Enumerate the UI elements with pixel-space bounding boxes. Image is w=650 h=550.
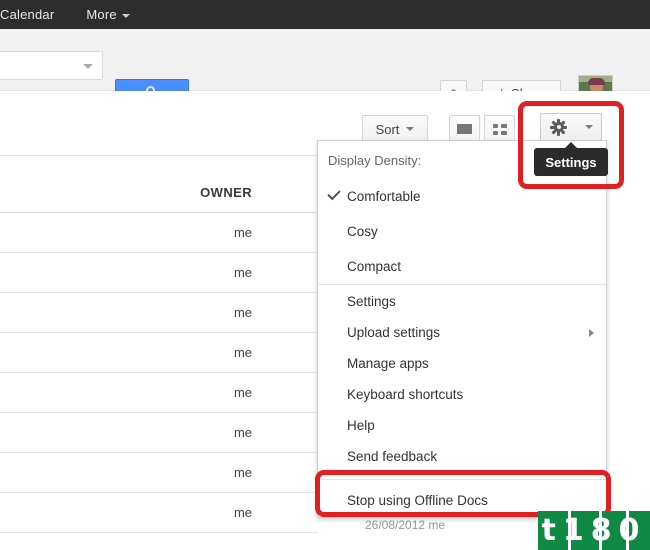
list-view-icon bbox=[457, 123, 472, 135]
menu-item-label: Stop using Offline Docs bbox=[347, 493, 488, 508]
menu-item-help[interactable]: Help bbox=[318, 410, 606, 441]
menu-item-settings[interactable]: Settings bbox=[318, 286, 606, 317]
menu-item-comfortable[interactable]: Comfortable bbox=[318, 181, 606, 212]
table-row[interactable]: me bbox=[0, 293, 318, 333]
nav-link-more[interactable]: More bbox=[82, 7, 133, 22]
table-row[interactable]: me bbox=[0, 333, 318, 373]
table-row-partial-date: 26/08/2012 me bbox=[365, 518, 446, 532]
cell-owner: me bbox=[233, 425, 252, 440]
cell-owner: me bbox=[233, 505, 252, 520]
menu-item-upload-settings[interactable]: Upload settings bbox=[318, 317, 606, 348]
app-window: Calendar More 0 + Share Sort bbox=[0, 0, 650, 550]
table-row[interactable]: me bbox=[0, 373, 318, 413]
settings-tooltip: Settings bbox=[534, 142, 608, 176]
cell-owner: me bbox=[233, 265, 252, 280]
list-view-toggle[interactable] bbox=[449, 115, 480, 143]
table-row[interactable]: me bbox=[0, 253, 318, 293]
menu-divider bbox=[318, 479, 606, 480]
table-row[interactable]: me bbox=[0, 453, 318, 493]
menu-item-label: Keyboard shortcuts bbox=[347, 387, 464, 402]
table-row[interactable]: me bbox=[0, 213, 318, 253]
menu-item-compact[interactable]: Compact bbox=[318, 251, 606, 282]
menu-item-label: Upload settings bbox=[347, 325, 441, 340]
chevron-down-icon bbox=[83, 64, 93, 69]
sort-button[interactable]: Sort bbox=[362, 115, 428, 143]
gear-icon bbox=[550, 118, 567, 136]
watermark-logo: t180 bbox=[538, 511, 650, 550]
nav-link-calendar[interactable]: Calendar bbox=[0, 7, 58, 22]
menu-item-label: Manage apps bbox=[347, 356, 429, 371]
grid-view-toggle[interactable] bbox=[484, 115, 515, 143]
display-density-label: Display Density: bbox=[328, 153, 422, 168]
settings-gear-button[interactable] bbox=[540, 113, 602, 141]
menu-item-label: Cosy bbox=[347, 224, 378, 239]
chevron-down-icon bbox=[121, 13, 130, 18]
menu-item-label: Comfortable bbox=[347, 189, 421, 204]
search-bar-row: 0 + Share bbox=[0, 29, 650, 110]
column-header-owner: OWNER bbox=[200, 185, 252, 200]
chevron-right-icon bbox=[589, 329, 594, 337]
menu-item-keyboard-shortcuts[interactable]: Keyboard shortcuts bbox=[318, 379, 606, 410]
grid-view-icon bbox=[492, 123, 507, 135]
nav-link-more-label: More bbox=[86, 7, 117, 22]
menu-item-manage-apps[interactable]: Manage apps bbox=[318, 348, 606, 379]
menu-divider bbox=[318, 284, 606, 285]
cell-owner: me bbox=[233, 225, 252, 240]
search-scope-select[interactable] bbox=[0, 51, 103, 80]
menu-item-label: Settings bbox=[347, 294, 396, 309]
chevron-down-icon bbox=[585, 125, 593, 129]
cell-owner: me bbox=[233, 465, 252, 480]
chevron-down-icon bbox=[406, 127, 415, 131]
menu-item-label: Compact bbox=[347, 259, 402, 274]
menu-item-cosy[interactable]: Cosy bbox=[318, 216, 606, 247]
sort-button-label: Sort bbox=[375, 121, 400, 137]
watermark-text: t180 bbox=[541, 512, 647, 548]
cell-owner: me bbox=[233, 345, 252, 360]
top-navigation-bar: Calendar More bbox=[0, 0, 650, 29]
menu-item-send-feedback[interactable]: Send feedback bbox=[318, 441, 606, 472]
check-icon bbox=[327, 186, 341, 201]
table-row[interactable]: me bbox=[0, 413, 318, 453]
table-row[interactable]: me bbox=[0, 493, 318, 533]
tooltip-label: Settings bbox=[545, 154, 597, 170]
cell-owner: me bbox=[233, 385, 252, 400]
table-top-divider bbox=[0, 155, 318, 156]
menu-item-label: Send feedback bbox=[347, 449, 438, 464]
cell-owner: me bbox=[233, 305, 252, 320]
menu-item-label: Help bbox=[347, 418, 375, 433]
settings-dropdown-menu: Display Density: Comfortable Cosy Compac… bbox=[317, 140, 607, 518]
table-header-row: OWNER bbox=[0, 173, 318, 213]
